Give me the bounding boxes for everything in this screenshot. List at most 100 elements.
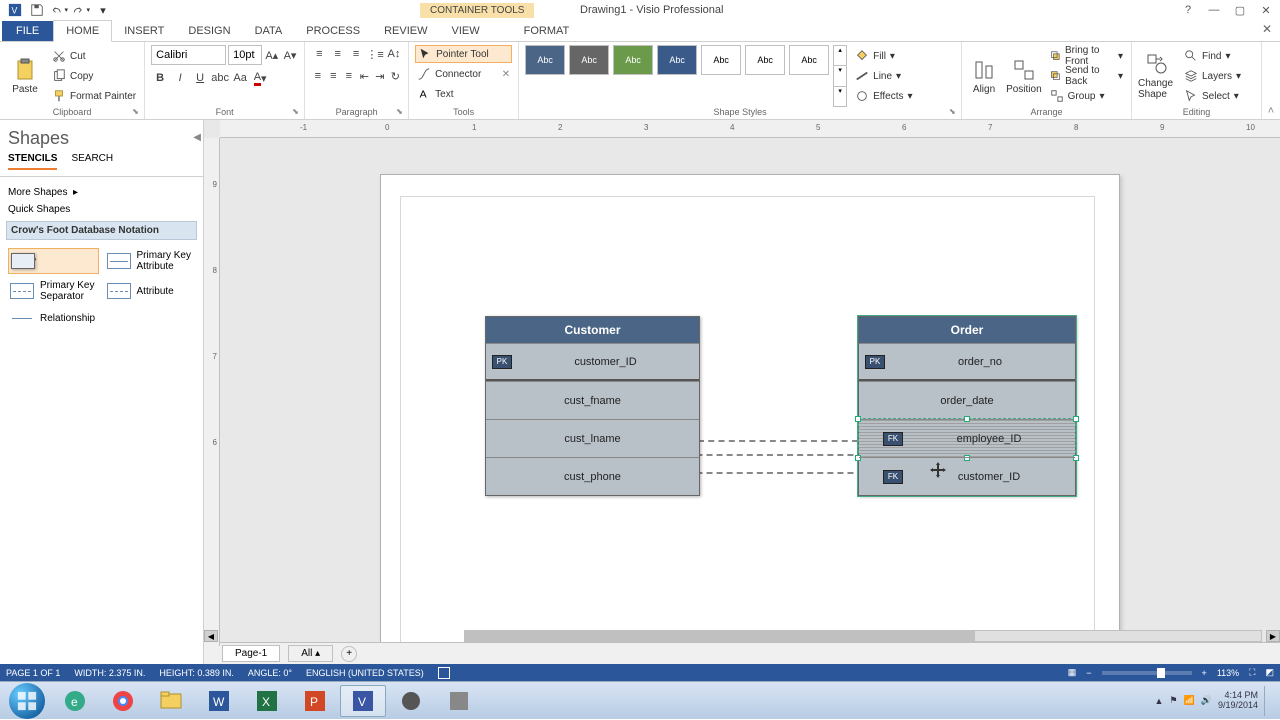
tab-home[interactable]: HOME [53, 20, 112, 42]
align-button[interactable]: Align [968, 45, 1000, 107]
style-swatch-5[interactable]: Abc [701, 45, 741, 75]
send-back-button[interactable]: Send to Back▾ [1048, 67, 1125, 85]
layers-button[interactable]: Layers▾ [1182, 67, 1243, 85]
tray-network-icon[interactable]: 📶 [1184, 695, 1195, 706]
style-swatch-2[interactable]: Abc [569, 45, 609, 75]
bullets-icon[interactable]: ⋮≡ [366, 45, 383, 63]
presentation-mode-icon[interactable]: ▦ [1068, 667, 1077, 678]
tab-format[interactable]: FORMAT [512, 21, 582, 41]
shape-pk-separator[interactable]: Primary Key Separator [8, 278, 99, 304]
zoom-level[interactable]: 113% [1217, 668, 1239, 678]
tab-design[interactable]: DESIGN [176, 21, 242, 41]
macro-record-icon[interactable] [438, 667, 450, 679]
tray-clock[interactable]: 4:14 PM 9/19/2014 [1218, 691, 1258, 711]
entity-row[interactable]: PK order_no [859, 343, 1075, 381]
font-name-input[interactable]: Calibri [151, 45, 226, 65]
case-icon[interactable]: Aa [231, 69, 249, 87]
save-icon[interactable] [28, 1, 46, 19]
font-color-icon[interactable]: A▾ [251, 69, 269, 87]
font-size-input[interactable]: 10pt [228, 45, 261, 65]
undo-icon[interactable]: ▾ [50, 1, 68, 19]
style-swatch-3[interactable]: Abc [613, 45, 653, 75]
task-explorer[interactable] [148, 685, 194, 717]
start-button[interactable] [4, 685, 50, 717]
shape-attribute[interactable]: Attribute [105, 278, 196, 304]
change-shape-button[interactable]: Change Shape [1138, 45, 1176, 107]
task-word[interactable]: W [196, 685, 242, 717]
scroll-left-end-icon[interactable]: ◀ [204, 630, 220, 642]
align-mid-icon[interactable]: ≡ [330, 45, 346, 63]
text-tool-button[interactable]: AText [415, 85, 512, 103]
zoom-in-icon[interactable]: + [1202, 668, 1207, 678]
tray-up-icon[interactable]: ▲ [1155, 696, 1164, 706]
paste-button[interactable]: Paste [6, 45, 44, 107]
search-tab[interactable]: SEARCH [71, 153, 113, 170]
shape-pk-attribute[interactable]: Primary Key Attribute [105, 248, 196, 274]
style-scroll[interactable]: ▴▾▾ [833, 45, 847, 107]
line-button[interactable]: Line▾ [853, 67, 914, 85]
style-swatch-6[interactable]: Abc [745, 45, 785, 75]
style-gallery[interactable]: Abc Abc Abc Abc Abc Abc Abc ▴▾▾ [525, 45, 847, 107]
zoom-out-icon[interactable]: − [1086, 668, 1091, 678]
task-app2[interactable] [436, 685, 482, 717]
align-left-icon[interactable]: ≡ [311, 67, 325, 85]
more-shapes-button[interactable]: More Shapes ▸ [6, 183, 197, 202]
minimize-icon[interactable]: — [1204, 2, 1224, 18]
add-page-icon[interactable]: + [341, 646, 357, 662]
close-document-icon[interactable]: ✕ [1262, 22, 1272, 36]
select-button[interactable]: Select▾ [1182, 87, 1243, 105]
task-app1[interactable] [388, 685, 434, 717]
task-chrome[interactable] [100, 685, 146, 717]
rotate-text-icon[interactable]: ↻ [389, 67, 403, 85]
stencils-tab[interactable]: STENCILS [8, 153, 57, 170]
tray-volume-icon[interactable]: 🔊 [1201, 695, 1212, 706]
task-powerpoint[interactable]: P [292, 685, 338, 717]
connector-button[interactable]: Connector✕ [415, 65, 512, 83]
group-button[interactable]: Group▾ [1048, 87, 1125, 105]
collapse-ribbon-icon[interactable]: ˄ [1262, 42, 1280, 119]
style-swatch-7[interactable]: Abc [789, 45, 829, 75]
align-right-icon[interactable]: ≡ [342, 67, 356, 85]
tab-insert[interactable]: INSERT [112, 21, 176, 41]
styles-launcher-icon[interactable]: ⬊ [949, 107, 959, 117]
entity-row[interactable]: cust_fname [486, 381, 699, 419]
fill-button[interactable]: Fill▾ [853, 47, 914, 65]
entity-row[interactable]: order_date [859, 381, 1075, 419]
cut-button[interactable]: Cut [50, 47, 138, 65]
canvas[interactable]: Customer PK customer_ID cust_fname cust_… [220, 138, 1280, 642]
align-top-icon[interactable]: ≡ [311, 45, 327, 63]
find-button[interactable]: Find▾ [1182, 47, 1243, 65]
task-visio[interactable]: V [340, 685, 386, 717]
entity-order[interactable]: Order PK order_no order_date FK employee… [858, 316, 1076, 496]
maximize-icon[interactable]: ▢ [1230, 2, 1250, 18]
zoom-slider[interactable] [1102, 671, 1192, 675]
italic-icon[interactable]: I [171, 69, 189, 87]
quick-shapes-button[interactable]: Quick Shapes [6, 202, 197, 221]
effects-button[interactable]: Effects▾ [853, 87, 914, 105]
show-desktop-button[interactable] [1264, 686, 1272, 716]
task-excel[interactable]: X [244, 685, 290, 717]
entity-row-selected[interactable]: FK employee_ID [859, 419, 1075, 457]
strike-icon[interactable]: abc [211, 69, 229, 87]
inc-indent-icon[interactable]: ⇥ [373, 67, 387, 85]
help-icon[interactable]: ? [1178, 2, 1198, 18]
bring-front-button[interactable]: Bring to Front▾ [1048, 47, 1125, 65]
all-tab[interactable]: All ▴ [288, 645, 333, 662]
orientation-icon[interactable]: A↕ [386, 45, 402, 63]
redo-icon[interactable]: ▾ [72, 1, 90, 19]
font-launcher-icon[interactable]: ⬊ [292, 107, 302, 117]
page-tab[interactable]: Page-1 [222, 645, 280, 662]
align-bot-icon[interactable]: ≡ [348, 45, 364, 63]
format-painter-button[interactable]: Format Painter [50, 87, 138, 105]
relationship-line[interactable] [698, 440, 858, 442]
bold-icon[interactable]: B [151, 69, 169, 87]
entity-row[interactable]: cust_phone [486, 457, 699, 495]
position-button[interactable]: Position [1006, 45, 1042, 107]
pointer-tool-button[interactable]: Pointer Tool [415, 45, 512, 63]
entity-customer[interactable]: Customer PK customer_ID cust_fname cust_… [485, 316, 700, 496]
tab-data[interactable]: DATA [243, 21, 295, 41]
grow-font-icon[interactable]: A▴ [264, 46, 280, 64]
task-ie[interactable]: e [52, 685, 98, 717]
copy-button[interactable]: Copy [50, 67, 138, 85]
shrink-font-icon[interactable]: A▾ [282, 46, 298, 64]
